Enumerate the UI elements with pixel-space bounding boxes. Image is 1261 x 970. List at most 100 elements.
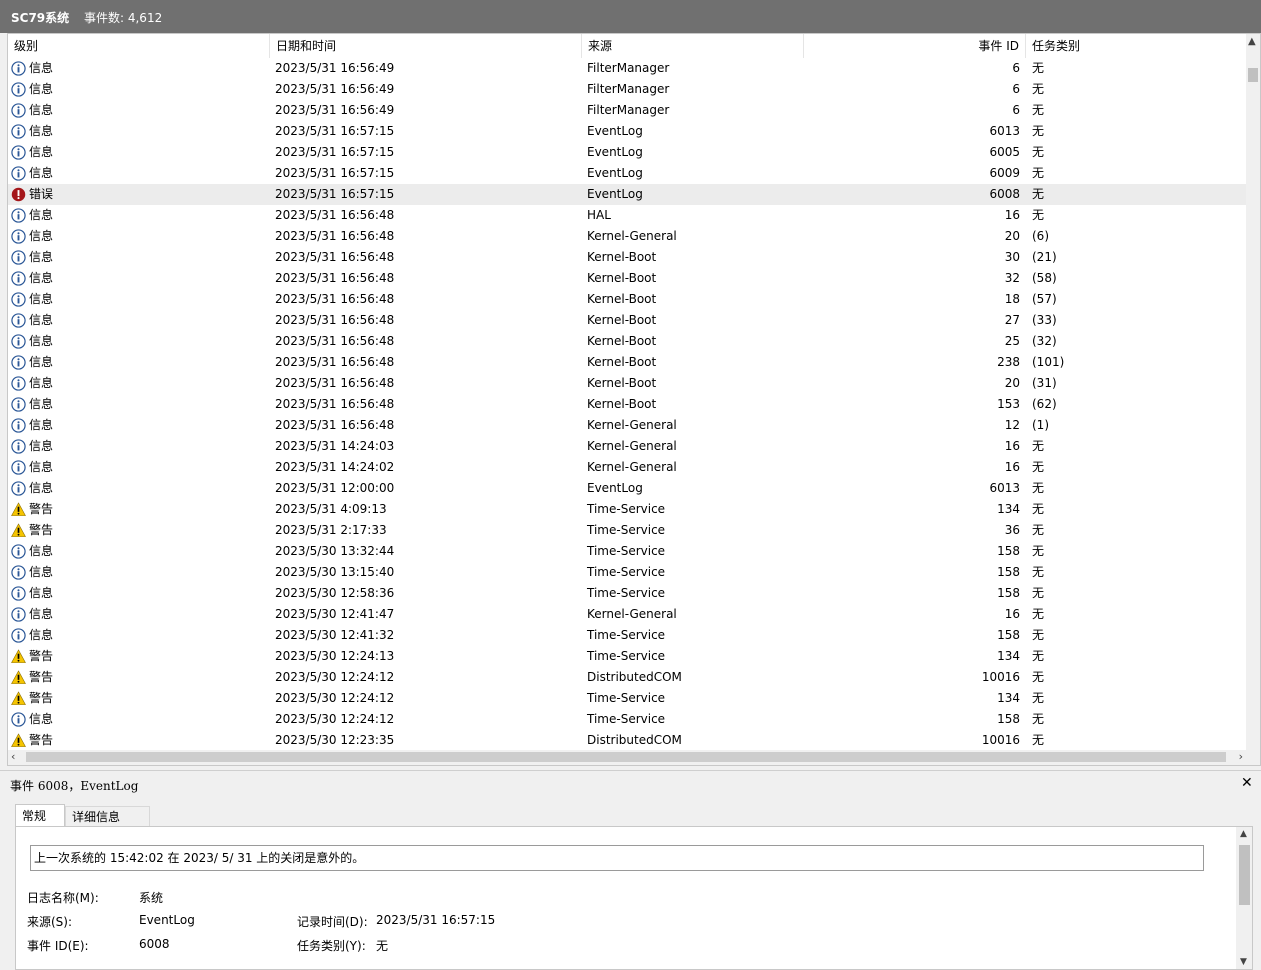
log-title: SC79系统 (11, 11, 70, 25)
level-cell: 信息 (11, 100, 53, 121)
table-row[interactable]: 警告 2023/5/31 2:17:33 Time-Service 36 无 (8, 520, 1246, 541)
tab-details[interactable]: 详细信息 (65, 806, 150, 826)
event-id-cell: 6 (1012, 61, 1020, 75)
date-cell: 2023/5/30 12:41:32 (275, 628, 395, 642)
table-row[interactable]: 信息 2023/5/31 16:56:49 FilterManager 6 无 (8, 58, 1246, 79)
table-row[interactable]: 警告 2023/5/30 12:24:13 Time-Service 134 无 (8, 646, 1246, 667)
level-cell: 信息 (11, 436, 53, 457)
table-row[interactable]: 信息 2023/5/31 14:24:03 Kernel-General 16 无 (8, 436, 1246, 457)
scroll-up-icon[interactable]: ▲ (1248, 36, 1256, 47)
source-cell: Time-Service (587, 586, 666, 600)
date-cell: 2023/5/31 16:57:15 (275, 124, 395, 138)
table-row[interactable]: 错误 2023/5/31 16:57:15 EventLog 6008 无 (8, 184, 1246, 205)
scroll-left-icon[interactable]: ‹ (11, 750, 15, 763)
scroll-right-icon[interactable]: › (1239, 750, 1243, 763)
event-id-cell: 6005 (989, 145, 1020, 159)
scrollbar-thumb[interactable] (1239, 845, 1250, 905)
table-row[interactable]: 信息 2023/5/30 12:41:47 Kernel-General 16 无 (8, 604, 1246, 625)
level-cell: 信息 (11, 457, 53, 478)
table-row[interactable]: 信息 2023/5/31 16:56:48 Kernel-General 20 (6) (8, 226, 1246, 247)
info-icon (11, 82, 26, 97)
event-id-label: 事件 ID(E): (27, 939, 89, 953)
table-row[interactable]: 信息 2023/5/31 16:56:48 Kernel-Boot 32 (58) (8, 268, 1246, 289)
table-row[interactable]: 信息 2023/5/31 16:56:48 Kernel-Boot 18 (57) (8, 289, 1246, 310)
column-header-level[interactable]: 级别 (8, 34, 270, 58)
event-message[interactable]: 上一次系统的 15:42:02 在 2023/ 5/ 31 上的关闭是意外的。 (30, 845, 1204, 871)
table-row[interactable]: 信息 2023/5/30 12:24:12 Time-Service 158 无 (8, 709, 1246, 730)
scrollbar-thumb[interactable] (1248, 68, 1258, 82)
scroll-up-icon[interactable]: ▲ (1240, 829, 1247, 839)
table-row[interactable]: 信息 2023/5/31 16:56:48 Kernel-Boot 27 (33) (8, 310, 1246, 331)
source-cell: Kernel-Boot (587, 271, 657, 285)
info-icon (11, 628, 26, 643)
date-cell: 2023/5/30 12:24:12 (275, 670, 395, 684)
table-row[interactable]: 信息 2023/5/31 16:56:48 Kernel-Boot 25 (32) (8, 331, 1246, 352)
table-row[interactable]: 信息 2023/5/30 13:32:44 Time-Service 158 无 (8, 541, 1246, 562)
close-icon[interactable]: ✕ (1241, 775, 1253, 791)
table-row[interactable]: 信息 2023/5/30 12:58:36 Time-Service 158 无 (8, 583, 1246, 604)
table-row[interactable]: 信息 2023/5/31 16:56:48 Kernel-Boot 153 (62) (8, 394, 1246, 415)
info-icon (11, 103, 26, 118)
level-cell: 信息 (11, 583, 53, 604)
source-cell: Time-Service (587, 502, 666, 516)
level-cell: 信息 (11, 373, 53, 394)
level-text: 信息 (29, 166, 54, 180)
table-row[interactable]: 信息 2023/5/31 16:56:48 HAL 16 无 (8, 205, 1246, 226)
task-cell: 无 (1032, 103, 1045, 117)
column-header-task[interactable]: 任务类别 (1026, 34, 1246, 58)
event-id-cell: 153 (997, 397, 1020, 411)
table-row[interactable]: 信息 2023/5/31 16:57:15 EventLog 6013 无 (8, 121, 1246, 142)
event-id-cell: 20 (1004, 376, 1020, 390)
event-id-cell: 158 (997, 586, 1020, 600)
task-cell: 无 (1032, 187, 1045, 201)
event-id-cell: 25 (1004, 334, 1020, 348)
detail-vertical-scrollbar[interactable]: ▲ ▼ (1236, 827, 1252, 969)
info-icon (11, 481, 26, 496)
task-cell: 无 (1032, 502, 1045, 516)
level-text: 信息 (29, 712, 54, 726)
general-panel: 上一次系统的 15:42:02 在 2023/ 5/ 31 上的关闭是意外的。 … (15, 826, 1253, 970)
event-list[interactable]: 级别 日期和时间 来源 事件 ID 任务类别 信息 2023/5/31 16:56… (7, 33, 1261, 766)
table-row[interactable]: 信息 2023/5/31 16:56:49 FilterManager 6 无 (8, 79, 1246, 100)
tab-general[interactable]: 常规 (15, 804, 65, 826)
table-row[interactable]: 信息 2023/5/30 13:15:40 Time-Service 158 无 (8, 562, 1246, 583)
source-cell: FilterManager (587, 61, 670, 75)
event-id-cell: 238 (997, 355, 1020, 369)
info-icon (11, 313, 26, 328)
source-cell: EventLog (587, 166, 643, 180)
date-cell: 2023/5/31 16:56:48 (275, 418, 395, 432)
event-id-cell: 16 (1004, 460, 1020, 474)
table-row[interactable]: 信息 2023/5/31 16:56:48 Kernel-Boot 30 (21) (8, 247, 1246, 268)
task-cell: (62) (1032, 397, 1057, 411)
vertical-scrollbar[interactable]: ▲ (1246, 34, 1260, 750)
info-icon (11, 586, 26, 601)
column-header-source[interactable]: 来源 (582, 34, 804, 58)
table-row[interactable]: 信息 2023/5/31 12:00:00 EventLog 6013 无 (8, 478, 1246, 499)
table-row[interactable]: 信息 2023/5/30 12:41:32 Time-Service 158 无 (8, 625, 1246, 646)
source-cell: HAL (587, 208, 611, 222)
info-icon (11, 208, 26, 223)
table-row[interactable]: 警告 2023/5/30 12:23:35 DistributedCOM 10016 无 (8, 730, 1246, 751)
table-row[interactable]: 信息 2023/5/31 16:56:48 Kernel-General 12 (1) (8, 415, 1246, 436)
date-cell: 2023/5/31 16:56:48 (275, 229, 395, 243)
table-row[interactable]: 信息 2023/5/31 16:56:49 FilterManager 6 无 (8, 100, 1246, 121)
event-id-cell: 158 (997, 544, 1020, 558)
date-cell: 2023/5/31 2:17:33 (275, 523, 387, 537)
column-header-event-id[interactable]: 事件 ID (804, 34, 1026, 58)
scrollbar-thumb[interactable] (26, 752, 1226, 762)
table-row[interactable]: 信息 2023/5/31 16:57:15 EventLog 6009 无 (8, 163, 1246, 184)
column-header-date[interactable]: 日期和时间 (270, 34, 582, 58)
task-cell: 无 (1032, 712, 1045, 726)
table-row[interactable]: 信息 2023/5/31 14:24:02 Kernel-General 16 无 (8, 457, 1246, 478)
table-row[interactable]: 信息 2023/5/31 16:56:48 Kernel-Boot 20 (31) (8, 373, 1246, 394)
warning-icon (11, 523, 26, 538)
task-cell: (6) (1032, 229, 1049, 243)
table-row[interactable]: 信息 2023/5/31 16:56:48 Kernel-Boot 238 (101) (8, 352, 1246, 373)
table-row[interactable]: 信息 2023/5/31 16:57:15 EventLog 6005 无 (8, 142, 1246, 163)
scroll-down-icon[interactable]: ▼ (1240, 957, 1247, 967)
table-row[interactable]: 警告 2023/5/30 12:24:12 Time-Service 134 无 (8, 688, 1246, 709)
table-row[interactable]: 警告 2023/5/31 4:09:13 Time-Service 134 无 (8, 499, 1246, 520)
horizontal-scrollbar[interactable]: ‹ › (8, 750, 1246, 765)
source-cell: Kernel-Boot (587, 313, 657, 327)
table-row[interactable]: 警告 2023/5/30 12:24:12 DistributedCOM 10016 无 (8, 667, 1246, 688)
